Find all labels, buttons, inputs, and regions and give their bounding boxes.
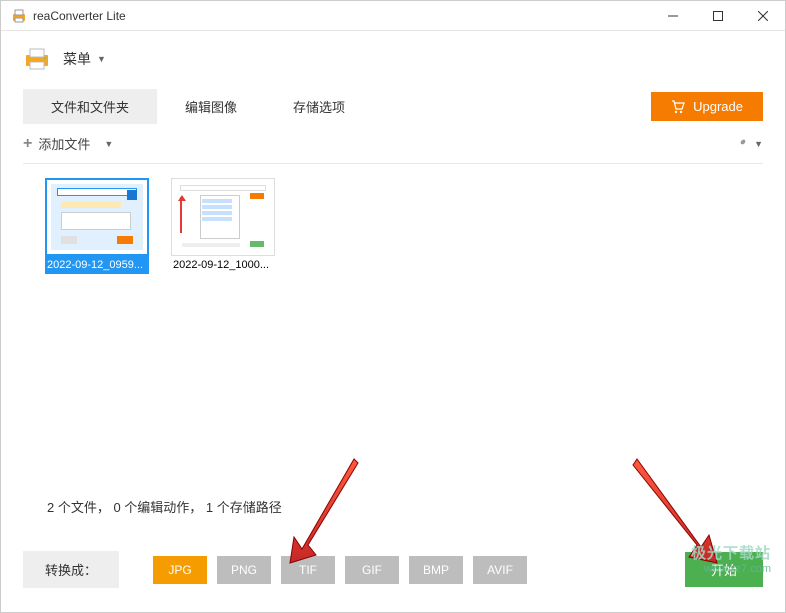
format-bmp-button[interactable]: BMP (409, 556, 463, 584)
watermark-title: 极光下载站 (691, 545, 771, 563)
watermark-url: www.xz7.com (691, 563, 771, 576)
format-avif-button[interactable]: AVIF (473, 556, 527, 584)
status-text: 2 个文件， 0 个编辑动作， 1 个存储路径 (47, 497, 282, 516)
thumbnail-caption: 2022-09-12_0959... (45, 256, 149, 274)
window-controls (650, 1, 785, 31)
format-tif-button[interactable]: TIF (281, 556, 335, 584)
menu-row: 菜单 ▼ (1, 31, 785, 81)
format-buttons: JPG PNG TIF GIF BMP AVIF (153, 556, 527, 584)
add-files-label: 添加文件 (38, 134, 90, 153)
format-jpg-button[interactable]: JPG (153, 556, 207, 584)
window-title: reaConverter Lite (33, 9, 650, 23)
bottom-bar: 转换成： JPG PNG TIF GIF BMP AVIF 开始 (23, 551, 763, 588)
thumbnail-item[interactable]: 2022-09-12_1000... (171, 178, 275, 274)
minimize-button[interactable] (650, 1, 695, 31)
wrench-icon (734, 137, 748, 151)
tab-save[interactable]: 存储选项 (265, 89, 373, 124)
thumbnail-item[interactable]: 2022-09-12_0959... (45, 178, 149, 274)
format-png-button[interactable]: PNG (217, 556, 271, 584)
maximize-button[interactable] (695, 1, 740, 31)
cart-icon (671, 100, 685, 114)
thumbnail-image (171, 178, 275, 256)
title-bar: reaConverter Lite (1, 1, 785, 31)
format-gif-button[interactable]: GIF (345, 556, 399, 584)
upgrade-label: Upgrade (693, 99, 743, 114)
tab-files[interactable]: 文件和文件夹 (23, 89, 157, 124)
tab-edit[interactable]: 编辑图像 (157, 89, 265, 124)
tab-row: 文件和文件夹 编辑图像 存储选项 Upgrade (1, 81, 785, 124)
plus-icon: + (23, 135, 32, 153)
chevron-down-icon[interactable]: ▼ (97, 54, 106, 64)
add-files-row: + 添加文件 ▼ ▼ (1, 124, 785, 159)
printer-icon (23, 47, 51, 71)
add-files-button[interactable]: + 添加文件 ▼ (23, 134, 113, 153)
convert-to-label: 转换成： (23, 551, 119, 588)
thumbnail-area: 2022-09-12_0959... 2022-09-12_1000... (1, 164, 785, 288)
chevron-down-icon[interactable]: ▼ (104, 139, 113, 149)
close-button[interactable] (740, 1, 785, 31)
watermark: 极光下载站 www.xz7.com (691, 545, 771, 576)
menu-button[interactable]: 菜单 (63, 49, 91, 69)
thumbnail-caption: 2022-09-12_1000... (171, 256, 275, 274)
upgrade-button[interactable]: Upgrade (651, 92, 763, 121)
app-icon (11, 8, 27, 24)
chevron-down-icon: ▼ (754, 139, 763, 149)
thumbnail-image (45, 178, 149, 256)
settings-button[interactable]: ▼ (734, 137, 763, 151)
